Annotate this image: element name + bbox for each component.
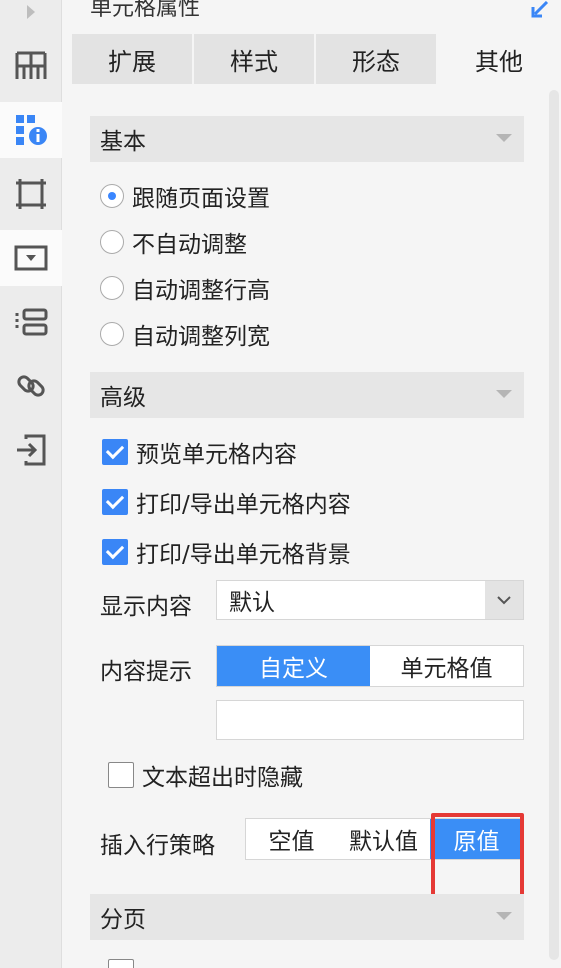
collapse-caret-icon	[496, 912, 512, 920]
radio-label: 不自动调整	[132, 232, 247, 258]
cell-info-icon[interactable]	[0, 102, 62, 158]
tab-style[interactable]: 样式	[194, 34, 316, 84]
widget-icon[interactable]	[0, 230, 62, 286]
radio-label: 跟随页面设置	[132, 186, 270, 212]
link-icon[interactable]	[0, 358, 62, 414]
property-tabs: 扩展 样式 形态 其他	[72, 34, 561, 84]
radio-button[interactable]	[100, 230, 124, 254]
check-print-background[interactable]: 打印/导出单元格背景	[102, 532, 351, 572]
insert-row-toggle: 空值 默认值 原值	[245, 818, 524, 860]
checkbox[interactable]	[102, 439, 128, 465]
collapse-caret-icon	[496, 134, 512, 142]
display-content-select[interactable]: 默认	[216, 580, 524, 620]
paging-section-title: 分页	[100, 907, 146, 933]
cell-properties-panel: 单元格属性 扩展 样式 形态 其他 基本 跟随页面设置 不自动调整 自动调整行高…	[72, 0, 561, 968]
content-tip-input[interactable]	[216, 700, 524, 740]
content-tip-cell-value-button[interactable]: 单元格值	[370, 646, 523, 686]
checkbox[interactable]	[108, 959, 134, 968]
tab-expand[interactable]: 扩展	[72, 34, 194, 84]
advanced-section-header[interactable]: 高级	[90, 372, 524, 418]
content-tip-toggle: 自定义 单元格值	[216, 645, 524, 687]
insert-row-label: 插入行策略	[100, 833, 215, 859]
grid-layout-icon[interactable]	[0, 38, 62, 94]
expand-arrow-icon[interactable]	[0, 0, 62, 34]
check-hide-overflow[interactable]: 文本超出时隐藏	[108, 755, 303, 795]
radio-no-auto-adjust[interactable]: 不自动调整	[100, 222, 247, 262]
checkbox[interactable]	[108, 762, 134, 788]
radio-label: 自动调整列宽	[132, 324, 270, 350]
radio-label: 自动调整行高	[132, 278, 270, 304]
check-print-content[interactable]: 打印/导出单元格内容	[102, 482, 351, 522]
basic-section-title: 基本	[100, 129, 146, 155]
display-content-label: 显示内容	[100, 594, 192, 620]
checkbox-label: 打印/导出单元格背景	[136, 542, 351, 568]
collapse-panel-icon[interactable]	[529, 0, 551, 25]
check-paging-partial[interactable]	[108, 952, 142, 968]
collapse-caret-icon	[496, 390, 512, 398]
radio-auto-col-width[interactable]: 自动调整列宽	[100, 314, 270, 354]
basic-section-header[interactable]: 基本	[90, 116, 524, 162]
frame-icon[interactable]	[0, 166, 62, 222]
radio-button[interactable]	[100, 322, 124, 346]
list-icon[interactable]	[0, 294, 62, 350]
tab-shape[interactable]: 形态	[316, 34, 438, 84]
checkbox-label: 预览单元格内容	[136, 442, 297, 468]
radio-button[interactable]	[100, 276, 124, 300]
left-toolbar	[0, 0, 62, 968]
scrollbar[interactable]	[549, 90, 559, 960]
insert-row-default-button[interactable]: 默认值	[337, 819, 430, 859]
radio-follow-page[interactable]: 跟随页面设置	[100, 176, 270, 216]
display-content-value: 默认	[229, 590, 275, 616]
insert-row-empty-button[interactable]: 空值	[246, 819, 337, 859]
import-icon[interactable]	[0, 422, 62, 478]
checkbox-label: 文本超出时隐藏	[142, 765, 303, 791]
panel-title: 单元格属性	[90, 0, 201, 21]
radio-auto-row-height[interactable]: 自动调整行高	[100, 268, 270, 308]
checkbox-label: 打印/导出单元格内容	[136, 492, 351, 518]
check-preview-content[interactable]: 预览单元格内容	[102, 432, 297, 472]
checkbox[interactable]	[102, 539, 128, 565]
content-tip-custom-button[interactable]: 自定义	[217, 646, 370, 686]
radio-button[interactable]	[100, 184, 124, 208]
tab-other[interactable]: 其他	[438, 34, 560, 84]
checkbox[interactable]	[102, 489, 128, 515]
chevron-down-icon[interactable]	[485, 581, 523, 619]
advanced-section-title: 高级	[100, 385, 146, 411]
content-tip-label: 内容提示	[100, 659, 192, 685]
paging-section-header[interactable]: 分页	[90, 894, 524, 940]
insert-row-original-button[interactable]: 原值	[430, 819, 523, 859]
